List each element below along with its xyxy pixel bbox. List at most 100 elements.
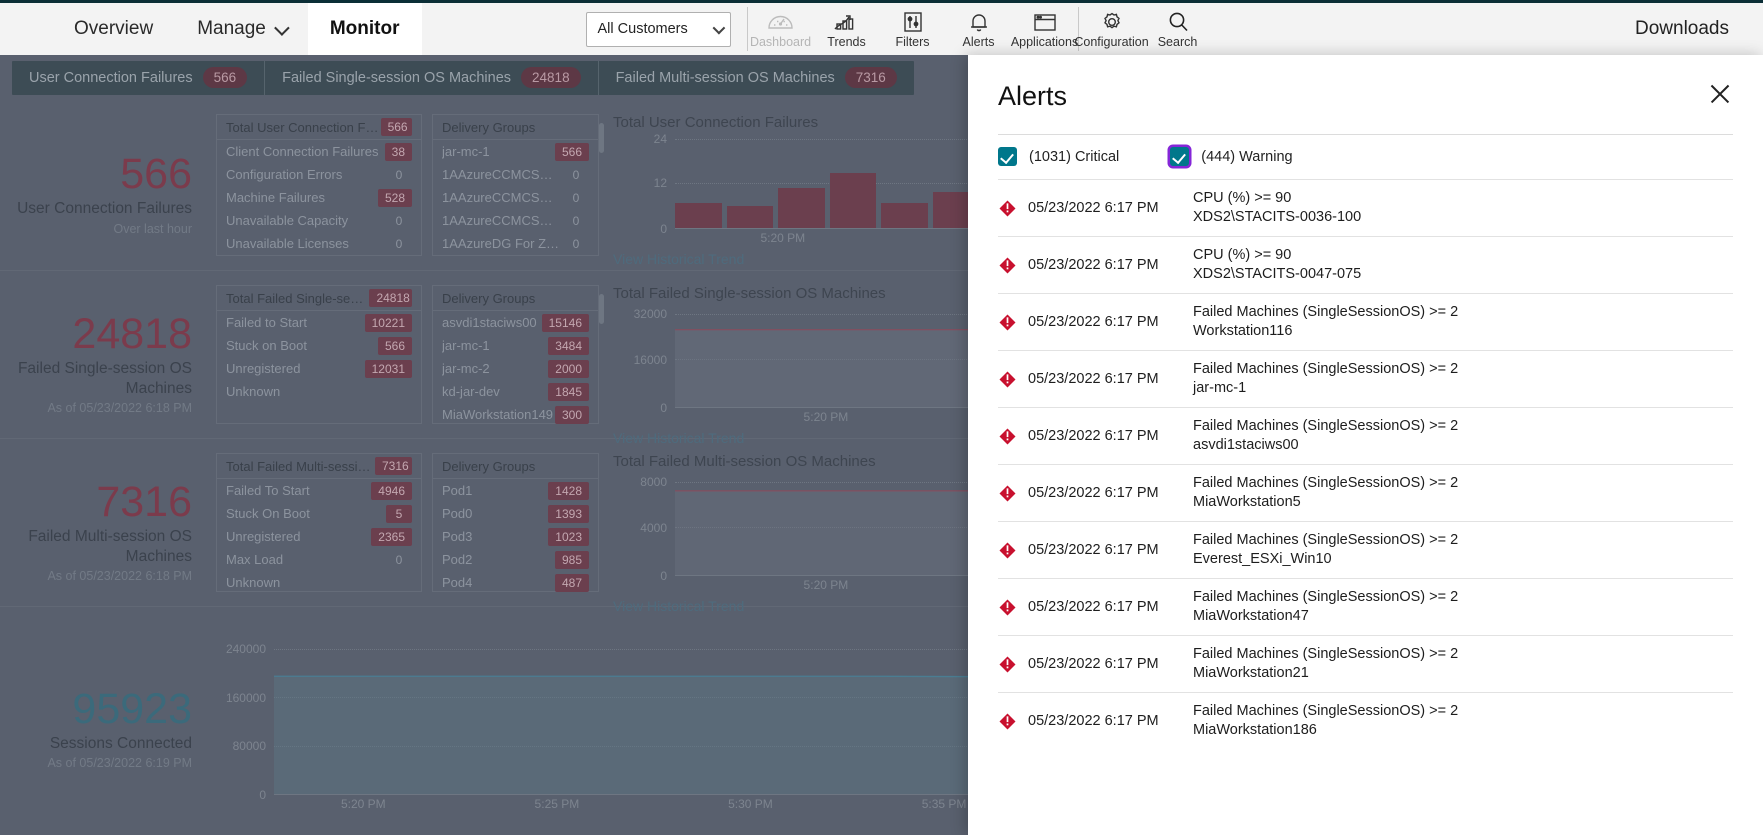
filter-critical[interactable]: (1031) Critical (998, 147, 1119, 166)
delivery-group-row[interactable]: Pod0 1393 (433, 502, 598, 525)
alert-row[interactable]: 05/23/2022 6:17 PM Failed Machines (Singl… (998, 692, 1733, 749)
pill-failed-single-session[interactable]: Failed Single-session OS Machines 24818 (264, 60, 597, 95)
delivery-group-row[interactable]: jar-mc-1 3484 (433, 334, 598, 357)
breakdown-row[interactable]: Max Load 0 (217, 548, 421, 571)
bar (726, 206, 774, 228)
delivery-group-name: MiaWorkstation149 (442, 407, 554, 422)
bar (778, 187, 825, 228)
delivery-group-row[interactable]: 1AAzureDG For Zone… 0 (433, 232, 598, 255)
checkbox-critical[interactable] (998, 147, 1017, 166)
kpi-user-connection-failures: 566 User Connection Failures Over last h… (0, 100, 210, 270)
alert-row[interactable]: 05/23/2022 6:17 PM Failed Machines (Singl… (998, 464, 1733, 521)
breakdown-header: Total Failed Multi-session O… 7316 (217, 454, 421, 479)
breakdown-row[interactable]: Configuration Errors 0 (217, 163, 421, 186)
breakdown-row[interactable]: Client Connection Failures 38 (217, 140, 421, 163)
y-tick: 160000 (225, 690, 266, 705)
toolbar-applications[interactable]: Applications (1011, 3, 1078, 55)
delivery-group-row[interactable]: Pod1 1428 (433, 479, 598, 502)
delivery-group-value: 2000 (548, 359, 589, 378)
delivery-group-name: 1AAzureCCMCSWSDG (442, 213, 563, 228)
toolbar-alerts[interactable]: Alerts (945, 3, 1012, 59)
breakdown-row[interactable]: Unknown (217, 380, 421, 403)
panel-scrollbar[interactable] (599, 123, 604, 153)
delivery-group-row[interactable]: Pod3 1023 (433, 525, 598, 548)
toolbar-configuration[interactable]: Configuration (1074, 3, 1149, 55)
y-tick: 0 (259, 788, 266, 802)
alert-timestamp: 05/23/2022 6:17 PM (1028, 713, 1159, 729)
y-tick: 12 (653, 176, 667, 190)
breakdown-row[interactable]: Unregistered 2365 (217, 525, 421, 548)
breakdown-row[interactable]: Unregistered 12031 (217, 357, 421, 380)
breakdown-row-value: 528 (377, 188, 412, 207)
alert-row[interactable]: 05/23/2022 6:17 PM Failed Machines (Singl… (998, 578, 1733, 635)
y-tick: 240000 (225, 642, 266, 657)
kpi-title: Failed Multi-session OS Machines (28, 528, 192, 565)
delivery-group-row[interactable]: 1AAzureCCMCSWSDG 0 (433, 209, 598, 232)
delivery-group-row[interactable]: MiaWorkstation149 300 (433, 403, 598, 426)
downloads-link[interactable]: Downloads (1635, 18, 1729, 40)
breakdown-row[interactable]: Unavailable Licenses 0 (217, 232, 421, 255)
alert-condition: Failed Machines (SingleSessionOS) >= 2 (1193, 474, 1459, 491)
toolbar-dashboard[interactable]: Dashboard (748, 3, 814, 55)
breakdown-row[interactable]: Failed To Start 4946 (217, 479, 421, 502)
filter-warning[interactable]: (444) Warning (1170, 147, 1293, 166)
customer-filter-select[interactable]: All Customers (585, 11, 731, 47)
delivery-group-row[interactable]: asvdi1staciws00 15146 (433, 311, 598, 334)
delivery-group-value: 1428 (548, 481, 589, 500)
breakdown-row-value: 2365 (371, 527, 412, 546)
close-icon[interactable] (1707, 81, 1733, 107)
alert-timestamp: 05/23/2022 6:17 PM (1028, 200, 1159, 216)
checkbox-warning[interactable] (1170, 147, 1190, 166)
y-tick: 8000 (640, 475, 667, 489)
alert-row[interactable]: 05/23/2022 6:17 PM CPU (%) >= 90 XDS2\STAC… (998, 236, 1733, 293)
alert-row[interactable]: 05/23/2022 6:17 PM Failed Machines (Singl… (998, 635, 1733, 692)
delivery-group-row[interactable]: Pod4 487 (433, 571, 598, 594)
breakdown-row[interactable]: Stuck On Boot 5 (217, 502, 421, 525)
breakdown-row[interactable]: Unknown (217, 571, 421, 594)
delivery-group-row[interactable]: 1AAzureCCMCSWSDG 0 (433, 186, 598, 209)
kpi-value: 24818 (72, 310, 192, 359)
alert-row[interactable]: 05/23/2022 6:17 PM Failed Machines (Singl… (998, 521, 1733, 578)
toolbar-filters[interactable]: Filters (880, 3, 946, 55)
kpi-value: 7316 (96, 478, 192, 527)
alert-condition: CPU (%) >= 90 (1193, 246, 1292, 263)
pill-failed-multi-session[interactable]: Failed Multi-session OS Machines 7316 (597, 60, 914, 95)
delivery-group-value: 487 (554, 573, 589, 592)
alert-row[interactable]: 05/23/2022 6:17 PM Failed Machines (Singl… (998, 293, 1733, 350)
nav-tab-manage[interactable]: Manage (175, 3, 308, 55)
breakdown-row-label: Unregistered (226, 529, 301, 544)
breakdown-header-label: Total Failed Multi-session O… (226, 458, 375, 474)
critical-alert-icon (998, 427, 1028, 446)
alerts-list[interactable]: 05/23/2022 6:17 PM CPU (%) >= 90 XDS2\STAC… (998, 179, 1733, 835)
breakdown-row[interactable]: Failed to Start 10221 (217, 311, 421, 334)
alert-row[interactable]: 05/23/2022 6:17 PM Failed Machines (Singl… (998, 350, 1733, 407)
alert-row[interactable]: 05/23/2022 6:17 PM Failed Machines (Singl… (998, 407, 1733, 464)
delivery-group-row[interactable]: 1AAzureCCMCSWSDG 0 (433, 163, 598, 186)
breakdown-row[interactable]: Machine Failures 528 (217, 186, 421, 209)
x-tick: 5:20 PM (803, 410, 849, 424)
panel-scrollbar[interactable] (599, 294, 604, 324)
pill-user-connection-failures[interactable]: User Connection Failures 566 (12, 61, 264, 95)
nav-tab-monitor[interactable]: Monitor (307, 3, 422, 55)
breakdown-row[interactable]: Unavailable Capacity 0 (217, 209, 421, 232)
delivery-groups-panel-2: Delivery Groups asvdi1staciws00 15146 ja… (432, 285, 604, 426)
critical-alert-icon (998, 655, 1028, 674)
kpi-failed-multi-session: 7316 Failed Multi-session OS Machines As… (0, 439, 210, 606)
breakdown-panel-failed-single-session: Total Failed Single-session… 24818 Faile… (216, 285, 422, 424)
breakdown-panel-user-connection-failures: Total User Connection Failures 566 Clien… (216, 114, 422, 256)
alert-condition: Failed Machines (SingleSessionOS) >= 2 (1193, 417, 1459, 434)
alert-row[interactable]: 05/23/2022 6:17 PM CPU (%) >= 90 XDS2\STAC… (998, 179, 1733, 236)
delivery-group-value: 15146 (541, 313, 589, 332)
delivery-group-row[interactable]: Pod2 985 (433, 548, 598, 571)
toolbar-search[interactable]: Search (1145, 3, 1211, 55)
alert-message: Failed Machines (SingleSessionOS) >= 2 as… (1193, 417, 1458, 456)
toolbar-trends[interactable]: Trends (814, 3, 880, 55)
delivery-group-row[interactable]: jar-mc-1 566 (433, 140, 598, 163)
delivery-group-row[interactable]: kd-jar-dev 1845 (433, 380, 598, 403)
x-tick: 5:20 PM (760, 231, 806, 245)
nav-tab-overview[interactable]: Overview (52, 3, 175, 55)
breakdown-row-label: Configuration Errors (226, 167, 343, 182)
breakdown-row[interactable]: Stuck on Boot 566 (217, 334, 421, 357)
pill-label: Failed Single-session OS Machines (282, 69, 512, 86)
delivery-group-row[interactable]: jar-mc-2 2000 (433, 357, 598, 380)
